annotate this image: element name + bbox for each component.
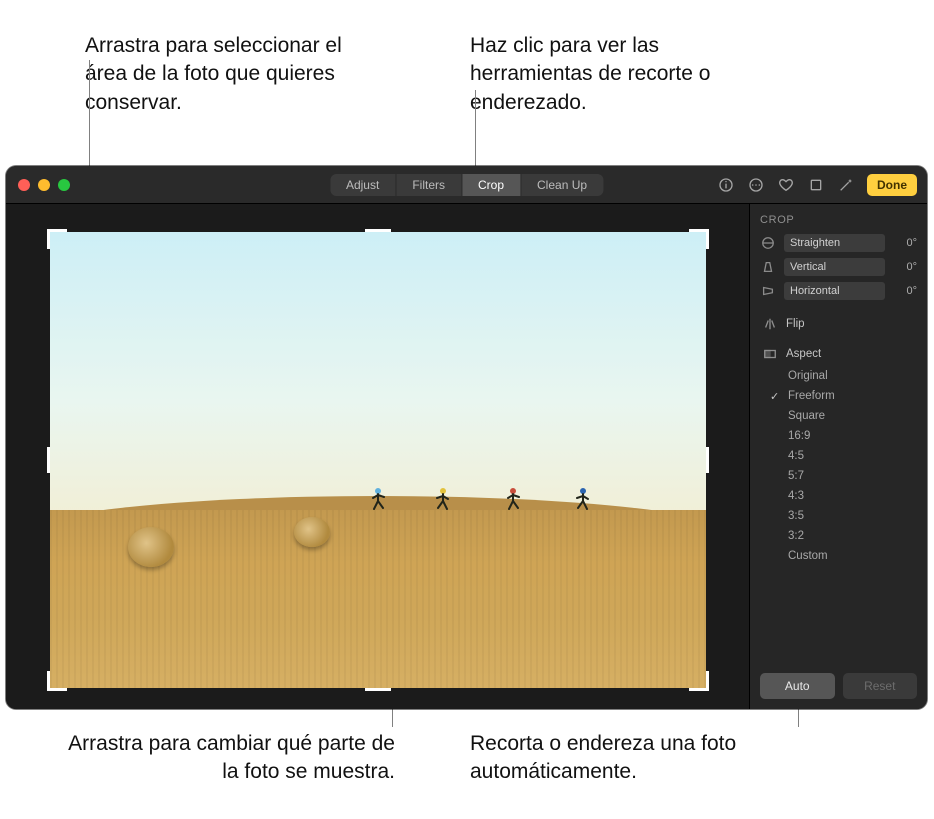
crop-panel: CROP Straighten 0° Vertical 0° Horizo xyxy=(749,204,927,709)
runner xyxy=(505,487,521,517)
callout-crop-handle: Arrastra para seleccionar el área de la … xyxy=(85,32,345,117)
horizontal-row: Horizontal 0° xyxy=(760,282,917,300)
hay-bale xyxy=(128,527,174,567)
crop-handle-bottom[interactable] xyxy=(365,688,391,691)
flip-icon xyxy=(762,316,778,332)
close-button[interactable] xyxy=(18,179,30,191)
horizontal-value: 0° xyxy=(891,285,917,297)
crop-frame[interactable] xyxy=(50,232,706,688)
crop-handle-tr[interactable] xyxy=(689,229,709,249)
tab-cleanup[interactable]: Clean Up xyxy=(521,174,603,196)
runner xyxy=(370,487,386,517)
canvas xyxy=(6,204,749,709)
auto-button[interactable]: Auto xyxy=(760,673,835,699)
window-controls xyxy=(18,179,70,191)
horizontal-persp-icon xyxy=(760,283,776,299)
aspect-square[interactable]: Square xyxy=(786,406,917,426)
aspect-custom[interactable]: Custom xyxy=(786,546,917,566)
flip-row[interactable]: Flip xyxy=(760,312,917,336)
vertical-value: 0° xyxy=(891,261,917,273)
hay-bale xyxy=(294,517,330,547)
more-icon[interactable] xyxy=(747,176,765,194)
favorite-icon[interactable] xyxy=(777,176,795,194)
tab-filters[interactable]: Filters xyxy=(396,174,462,196)
panel-title: CROP xyxy=(760,214,917,226)
reset-button: Reset xyxy=(843,673,918,699)
aspect-freeform[interactable]: Freeform xyxy=(786,386,917,406)
straighten-slider[interactable]: Straighten xyxy=(784,234,885,252)
aspect-row[interactable]: Aspect xyxy=(760,342,917,366)
vertical-persp-icon xyxy=(760,259,776,275)
callout-drag-photo: Arrastra para cambiar qué parte de la fo… xyxy=(65,730,395,787)
photos-edit-window: Adjust Filters Crop Clean Up Done xyxy=(6,166,927,709)
edit-mode-tabs: Adjust Filters Crop Clean Up xyxy=(330,174,603,196)
aspect-icon xyxy=(762,346,778,362)
crop-handle-br[interactable] xyxy=(689,671,709,691)
aspect-4-3[interactable]: 4:3 xyxy=(786,486,917,506)
auto-enhance-icon[interactable] xyxy=(837,176,855,194)
crop-handle-right[interactable] xyxy=(706,447,709,473)
straighten-row: Straighten 0° xyxy=(760,234,917,252)
aspect-5-7[interactable]: 5:7 xyxy=(786,466,917,486)
toolbar-right: Done xyxy=(717,174,927,196)
info-icon[interactable] xyxy=(717,176,735,194)
aspect-16-9[interactable]: 16:9 xyxy=(786,426,917,446)
aspect-list: Original Freeform Square 16:9 4:5 5:7 4:… xyxy=(786,366,917,566)
aspect-3-2[interactable]: 3:2 xyxy=(786,526,917,546)
vertical-row: Vertical 0° xyxy=(760,258,917,276)
aspect-4-5[interactable]: 4:5 xyxy=(786,446,917,466)
runner xyxy=(575,487,591,517)
crop-orientation-icon[interactable] xyxy=(807,176,825,194)
tab-crop[interactable]: Crop xyxy=(462,174,521,196)
aspect-3-5[interactable]: 3:5 xyxy=(786,506,917,526)
horizontal-slider[interactable]: Horizontal xyxy=(784,282,885,300)
flip-label: Flip xyxy=(786,318,805,330)
photo[interactable] xyxy=(50,232,706,688)
crop-handle-bl[interactable] xyxy=(47,671,67,691)
crop-handle-top[interactable] xyxy=(365,229,391,232)
titlebar: Adjust Filters Crop Clean Up Done xyxy=(6,166,927,204)
crop-handle-left[interactable] xyxy=(47,447,50,473)
aspect-original[interactable]: Original xyxy=(786,366,917,386)
minimize-button[interactable] xyxy=(38,179,50,191)
straighten-value: 0° xyxy=(891,237,917,249)
vertical-slider[interactable]: Vertical xyxy=(784,258,885,276)
straighten-icon xyxy=(760,235,776,251)
runner xyxy=(435,487,451,517)
aspect-label: Aspect xyxy=(786,348,821,360)
leader-line xyxy=(475,90,476,172)
callout-auto: Recorta o endereza una foto automáticame… xyxy=(470,730,770,787)
callout-crop-tab: Haz clic para ver las herramientas de re… xyxy=(470,32,770,117)
photo-sky xyxy=(50,232,706,515)
fullscreen-button[interactable] xyxy=(58,179,70,191)
crop-handle-tl[interactable] xyxy=(47,229,67,249)
panel-footer: Auto Reset xyxy=(760,665,917,699)
tab-adjust[interactable]: Adjust xyxy=(330,174,396,196)
done-button[interactable]: Done xyxy=(867,174,917,196)
